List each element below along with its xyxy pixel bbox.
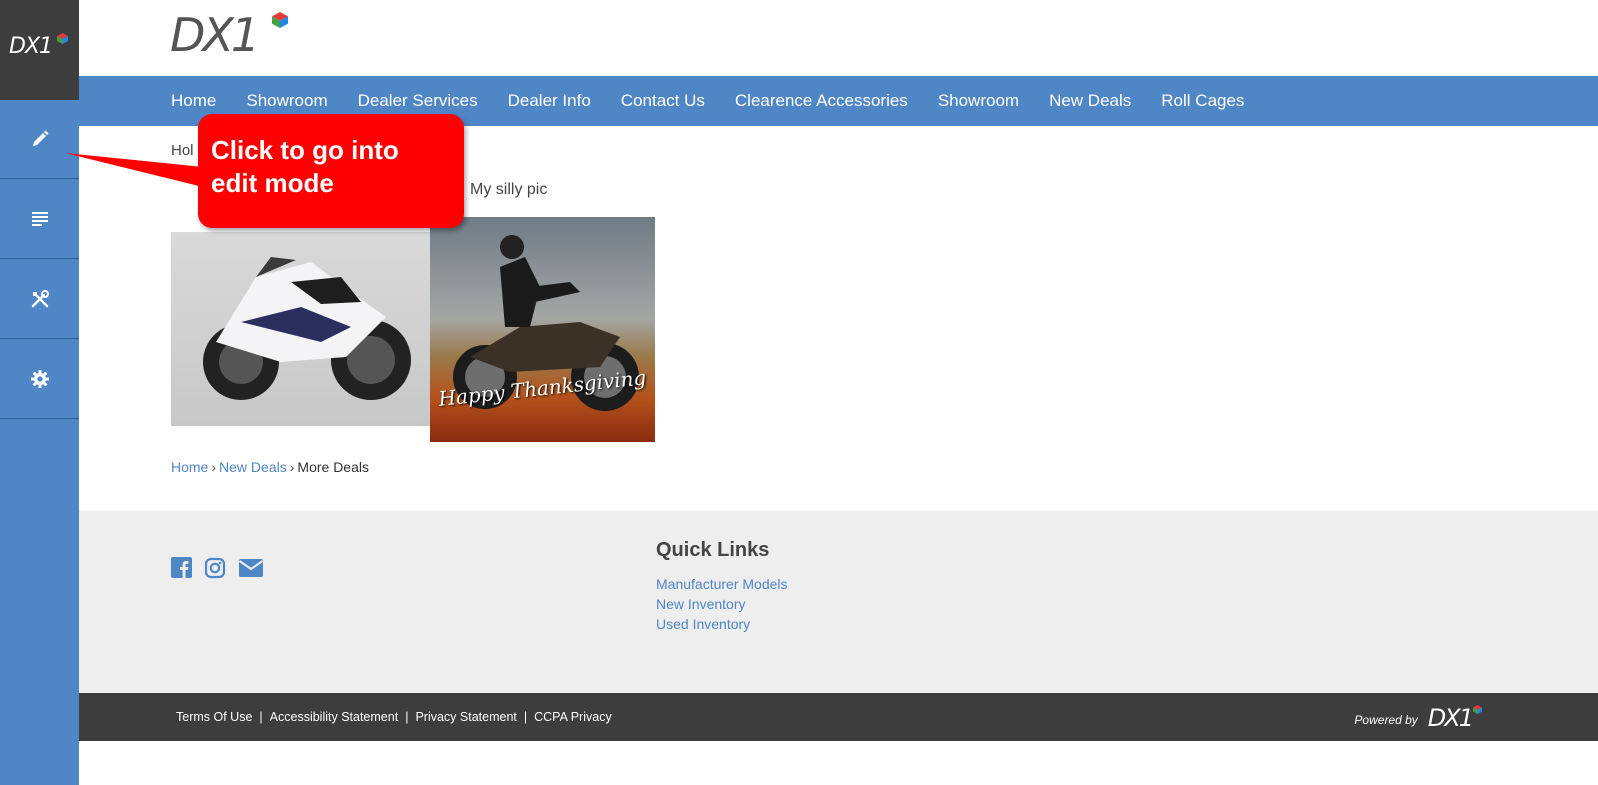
breadcrumb-separator: ›	[289, 459, 295, 475]
ccpa-privacy-link[interactable]: CCPA Privacy	[534, 710, 612, 724]
powered-by-label: Powered by	[1354, 713, 1418, 727]
quick-link-manufacturer-models[interactable]: Manufacturer Models	[656, 574, 788, 594]
social-links	[171, 557, 264, 584]
wrench-screwdriver-icon	[31, 290, 49, 308]
legal-links: Terms Of Use | Accessibility Statement | Pri…	[176, 710, 612, 724]
powered-by-logo: DX1	[1427, 704, 1474, 732]
site-logo-text: DX1	[170, 8, 260, 62]
cube-icon	[272, 12, 288, 28]
nav-item-showroom-2[interactable]: Showroom	[938, 91, 1019, 111]
facebook-icon[interactable]	[171, 557, 192, 584]
email-icon[interactable]	[238, 557, 264, 584]
callout-line2: edit mode	[211, 168, 334, 198]
tutorial-callout: Click to go into edit mode	[198, 114, 464, 228]
gear-icon	[30, 370, 49, 388]
powered-by[interactable]: Powered by DX1	[1354, 705, 1482, 730]
legal-separator: |	[259, 710, 263, 724]
terms-of-use-link[interactable]: Terms Of Use	[176, 710, 252, 724]
nav-item-home[interactable]: Home	[171, 91, 216, 111]
footer: Quick Links Manufacturer Models New Inve…	[79, 511, 1598, 693]
breadcrumb-home[interactable]: Home	[171, 459, 208, 475]
nav-item-showroom[interactable]: Showroom	[246, 91, 327, 111]
tools-button[interactable]	[0, 260, 79, 339]
breadcrumb-current: More Deals	[297, 459, 369, 475]
nav-item-contact-us[interactable]: Contact Us	[621, 91, 705, 111]
image-caption: My silly pic	[470, 181, 548, 198]
legal-separator: |	[523, 710, 528, 724]
pencil-icon	[32, 130, 48, 146]
document-lines-icon	[31, 212, 48, 226]
quick-links-title: Quick Links	[656, 539, 770, 561]
nav-item-roll-cages[interactable]: Roll Cages	[1161, 91, 1244, 111]
legal-bar: Terms Of Use | Accessibility Statement | Pri…	[79, 693, 1598, 741]
site-logo[interactable]: DX1	[170, 12, 288, 58]
motorcycle-photo	[171, 232, 430, 426]
admin-logo-text: DX1	[9, 34, 53, 59]
callout-pointer	[65, 153, 203, 187]
nav-item-dealer-services[interactable]: Dealer Services	[358, 91, 478, 111]
breadcrumb: Home › New Deals › More Deals	[171, 459, 369, 475]
nav-item-new-deals[interactable]: New Deals	[1049, 91, 1131, 111]
settings-button[interactable]	[0, 340, 79, 419]
legal-separator: |	[405, 710, 409, 724]
quick-links-list: Manufacturer Models New Inventory Used I…	[656, 574, 788, 634]
cube-icon	[57, 33, 68, 44]
privacy-statement-link[interactable]: Privacy Statement	[415, 710, 516, 724]
callout-line1: Click to go into	[211, 135, 399, 165]
breadcrumb-separator: ›	[211, 459, 217, 475]
quick-link-used-inventory[interactable]: Used Inventory	[656, 614, 788, 634]
instagram-icon[interactable]	[204, 557, 226, 584]
nav-item-dealer-info[interactable]: Dealer Info	[508, 91, 591, 111]
breadcrumb-new-deals[interactable]: New Deals	[219, 459, 287, 475]
thanksgiving-photo: Happy Thanksgiving	[430, 217, 655, 442]
cube-icon	[1473, 705, 1482, 714]
nav-item-clearence-accessories[interactable]: Clearence Accessories	[735, 91, 908, 111]
callout-text: Click to go into edit mode	[211, 134, 399, 200]
quick-link-new-inventory[interactable]: New Inventory	[656, 594, 788, 614]
admin-logo[interactable]: DX1	[0, 0, 79, 100]
admin-sidebar: DX1	[0, 0, 79, 785]
accessibility-statement-link[interactable]: Accessibility Statement	[270, 710, 399, 724]
